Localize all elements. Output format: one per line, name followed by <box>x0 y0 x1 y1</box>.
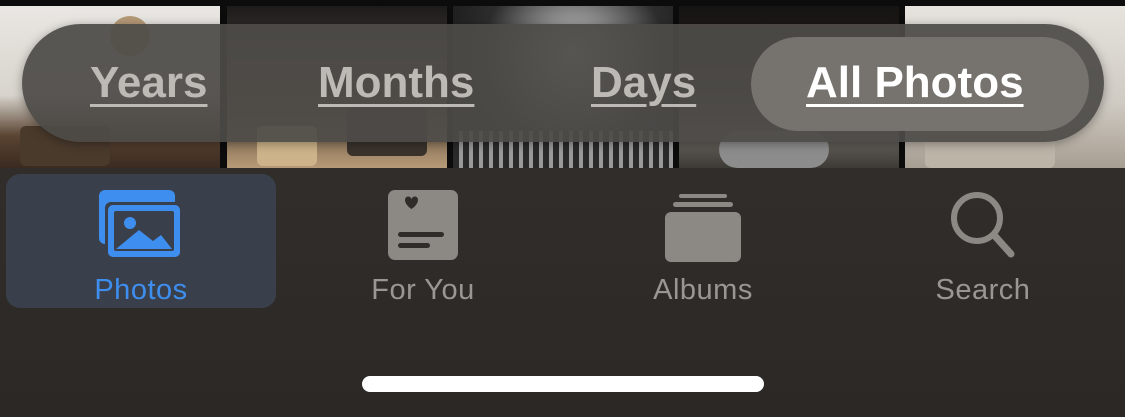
tab-photos[interactable]: Photos <box>6 174 276 308</box>
albums-icon <box>665 194 741 262</box>
search-icon <box>951 192 1015 258</box>
view-segmented-control: Years Months Days All Photos <box>22 24 1104 142</box>
segment-years[interactable]: Years <box>90 24 207 142</box>
for-you-icon <box>388 190 458 260</box>
home-indicator[interactable] <box>362 376 764 392</box>
photos-icon <box>99 190 183 260</box>
tab-photos-label: Photos <box>94 274 188 306</box>
segment-all-photos[interactable]: All Photos <box>806 24 1024 142</box>
tab-for-you-label: For You <box>371 274 475 306</box>
tab-bar: Photos For You Albums Search <box>0 168 1125 328</box>
segment-months[interactable]: Months <box>318 24 474 142</box>
tab-for-you[interactable]: For You <box>288 174 558 308</box>
tab-search-label: Search <box>935 274 1031 306</box>
tab-albums-label: Albums <box>653 274 753 306</box>
photos-screen: Years Months Days All Photos Photos For … <box>0 0 1125 417</box>
tab-albums[interactable]: Albums <box>568 174 838 308</box>
segment-days[interactable]: Days <box>591 24 696 142</box>
tab-search[interactable]: Search <box>848 174 1118 308</box>
